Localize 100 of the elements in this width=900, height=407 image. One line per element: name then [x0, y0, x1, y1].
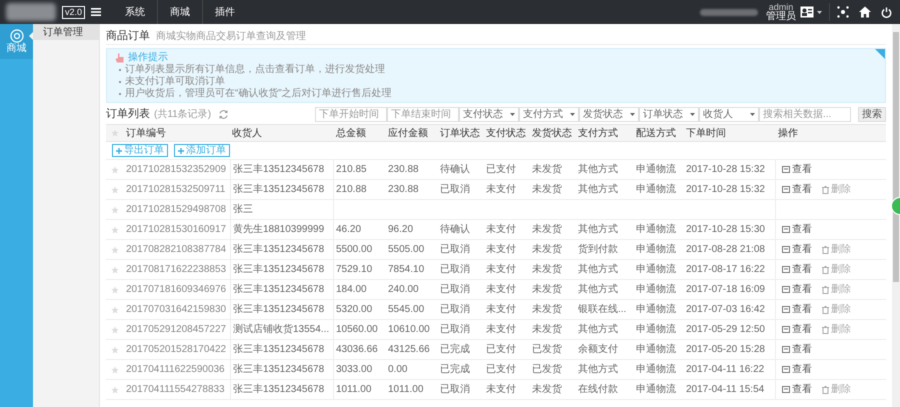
table-cell-text: 其他方式 — [578, 322, 618, 337]
table-cell-text: 201705201528170422 — [126, 343, 226, 357]
table-cell-text: 2017-08-28 21:08 — [686, 243, 765, 257]
table-cell-text: 其他方式 — [578, 162, 618, 177]
table-cell-text: 2017-04-11 15:54 — [686, 383, 764, 397]
table-cell-text: 10610.00 — [388, 323, 430, 337]
star-icon[interactable] — [111, 129, 119, 137]
table-cell-text: 230.88 — [388, 183, 419, 197]
select-field[interactable]: 收货人 — [699, 107, 759, 122]
column-header: 总金额 — [335, 126, 367, 140]
table-cell-text: 240.00 — [388, 283, 419, 297]
star-icon[interactable] — [111, 286, 119, 294]
table-cell-text: 申通物流 — [636, 182, 676, 197]
star-icon[interactable] — [111, 246, 119, 254]
table-cell-text: 201705291208457227 — [126, 323, 226, 337]
view-link[interactable]: 查看 — [782, 242, 812, 257]
select-field[interactable]: 支付方式 — [519, 107, 579, 122]
view-link[interactable]: 查看 — [782, 382, 812, 397]
table-cell-text: 张三丰13512345678 — [233, 282, 324, 297]
table-cell-text: 测试店铺收货13554... — [233, 322, 330, 337]
table-cell-text: 申通物流 — [636, 342, 676, 357]
refresh-icon[interactable] — [219, 110, 228, 119]
star-icon[interactable] — [111, 166, 119, 174]
caret-icon[interactable] — [817, 10, 822, 14]
scrollbar[interactable] — [892, 24, 900, 407]
star-icon[interactable] — [111, 206, 119, 214]
table-cell-text: 10560.00 — [336, 323, 378, 337]
table-cell-text: 2017-07-03 16:42 — [686, 303, 765, 317]
document-icon — [782, 246, 790, 253]
table-cell-text: 3033.00 — [336, 363, 372, 377]
nav-tab[interactable]: 商城 — [157, 0, 202, 24]
corner-fold-icon[interactable] — [875, 49, 885, 59]
table-cell-text: 230.88 — [388, 163, 419, 177]
table-cell-text: 余额支付 — [578, 342, 618, 357]
table-cell-text: 申通物流 — [636, 222, 676, 237]
caret-icon — [690, 113, 695, 116]
table-cell-text: 张三丰13512345678 — [233, 182, 324, 197]
hand-icon — [115, 52, 124, 62]
star-icon[interactable] — [111, 346, 119, 354]
select-field[interactable]: 支付状态 — [459, 107, 519, 122]
table-cell-text: 未支付 — [486, 242, 516, 257]
view-link[interactable]: 查看 — [782, 162, 812, 177]
star-icon[interactable] — [111, 266, 119, 274]
document-icon — [782, 286, 790, 293]
table-cell-text: 未支付 — [486, 382, 516, 397]
view-link[interactable]: 查看 — [782, 282, 812, 297]
star-icon[interactable] — [111, 306, 119, 314]
search-button[interactable]: 搜索 — [858, 107, 886, 122]
select-field[interactable]: 发货状态 — [579, 107, 639, 122]
star-icon[interactable] — [111, 186, 119, 194]
id-card-icon[interactable] — [800, 6, 814, 18]
table-cell-text: 张三丰13512345678 — [233, 242, 324, 257]
table-cell-text: 201707181609346976 — [126, 283, 226, 297]
view-link[interactable]: 查看 — [782, 222, 812, 237]
column-header: 应付金额 — [387, 126, 429, 140]
user-role: 管理员 — [766, 12, 796, 22]
table-cell-text: 申通物流 — [636, 242, 676, 257]
document-icon — [782, 186, 790, 193]
trash-icon — [822, 326, 829, 334]
nav-tab[interactable]: 系统 — [113, 0, 158, 24]
power-icon[interactable] — [881, 6, 892, 18]
sub-sidebar-item[interactable]: 订单管理 — [33, 24, 99, 40]
table-cell-text: 5320.00 — [336, 303, 372, 317]
input-field[interactable]: 搜索相关数据... — [759, 107, 851, 122]
table-cell-text: 张三丰13512345678 — [233, 262, 324, 277]
view-link[interactable]: 查看 — [782, 182, 812, 197]
column-header: 支付方式 — [577, 126, 619, 140]
star-icon[interactable] — [111, 386, 119, 394]
scrollbar-thumb[interactable] — [893, 32, 899, 282]
star-icon[interactable] — [111, 326, 119, 334]
select-field[interactable]: 订单状态 — [639, 107, 699, 122]
view-link[interactable]: 查看 — [782, 342, 812, 357]
nav-tab[interactable]: 插件 — [202, 0, 248, 24]
table-cell-text: 201704111622590036 — [126, 363, 225, 377]
view-link[interactable]: 查看 — [782, 262, 812, 277]
home-icon[interactable] — [859, 6, 871, 18]
table-cell-text: 201710281532509711 — [126, 183, 226, 197]
trash-icon — [822, 286, 829, 294]
star-icon[interactable] — [111, 226, 119, 234]
table-cell-text: 申通物流 — [636, 282, 676, 297]
document-icon — [782, 346, 790, 353]
caret-icon — [750, 113, 755, 116]
page-title: 商品订单 — [106, 28, 150, 44]
view-link[interactable]: 查看 — [782, 302, 812, 317]
view-link[interactable]: 查看 — [782, 362, 812, 377]
star-icon[interactable] — [111, 366, 119, 374]
caret-icon — [630, 113, 635, 116]
table-cell-text: 已取消 — [440, 382, 470, 397]
page-subtitle: 商城实物商品交易订单查询及管理 — [156, 30, 306, 44]
table-cell-text: 7854.10 — [388, 263, 424, 277]
table-cell-text: 2017-07-18 16:09 — [686, 283, 765, 297]
view-link[interactable]: 查看 — [782, 322, 812, 337]
input-field[interactable]: 下单结束时间 — [387, 107, 459, 122]
network-icon[interactable] — [837, 6, 849, 18]
table-cell-text: 201708282108387784 — [126, 243, 226, 257]
input-field[interactable]: 下单开始时间 — [315, 107, 387, 122]
menu-icon[interactable] — [91, 8, 102, 16]
table-cell-text: 申通物流 — [636, 322, 676, 337]
table-cell-text: 0.00 — [388, 363, 408, 377]
table-cell-text: 184.00 — [336, 283, 367, 297]
